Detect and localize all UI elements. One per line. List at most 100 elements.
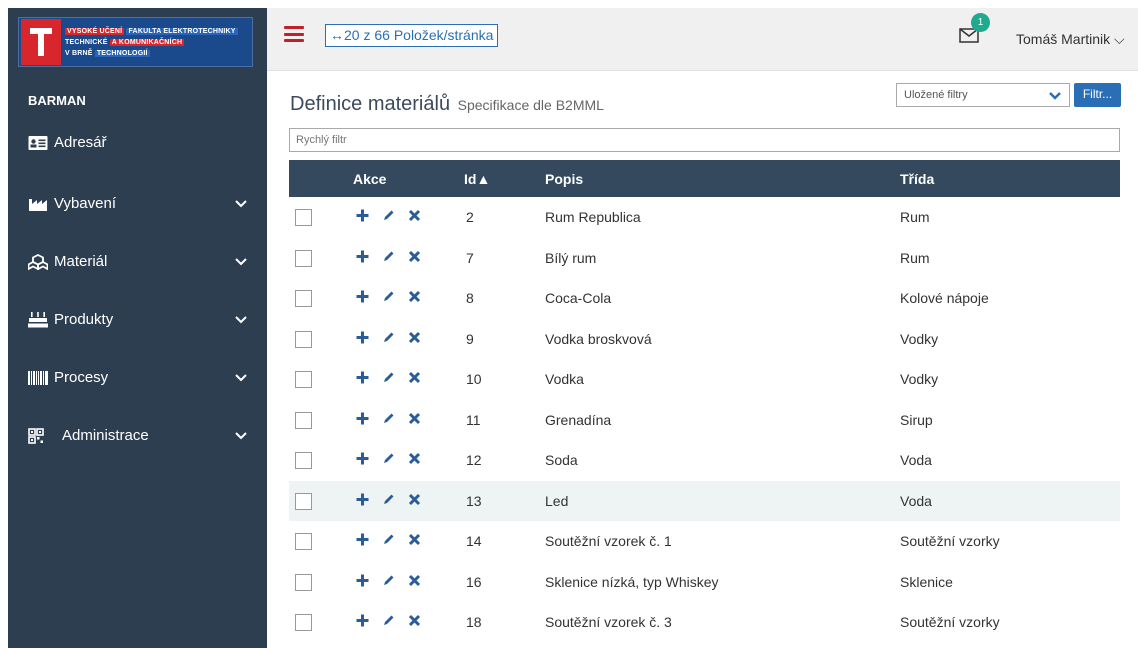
row-select-cell [289, 562, 336, 603]
user-menu[interactable]: Tomáš Martinik ⌵ [1016, 31, 1125, 48]
materials-table: Akce Id▲ Popis Třída 2 Rum Republica Rum 7 B… [289, 160, 1120, 643]
sidebar-item-adresar[interactable]: Adresář [28, 134, 253, 151]
edit-pencil-icon[interactable] [382, 452, 395, 465]
add-icon[interactable] [356, 250, 369, 263]
delete-icon[interactable] [408, 290, 421, 303]
header-class[interactable]: Třída [893, 160, 1120, 197]
sidebar-item-vybaveni[interactable]: Vybavení [28, 195, 253, 212]
row-desc: Grenadína [545, 411, 612, 428]
industry-icon [29, 198, 47, 211]
logo-text-3b: TECHNOLOGIÍ [94, 49, 150, 57]
sidebar-item-procesy[interactable]: Procesy [28, 369, 253, 386]
table-row[interactable]: 13 Led Voda [289, 480, 1120, 521]
header-id[interactable]: Id▲ [449, 160, 531, 197]
sidebar-item-label: Procesy [54, 369, 109, 386]
edit-pencil-icon[interactable] [382, 493, 395, 506]
sidebar-item-label: Materiál [54, 253, 108, 270]
edit-pencil-icon[interactable] [382, 574, 395, 587]
add-icon[interactable] [356, 331, 369, 344]
header-desc[interactable]: Popis [531, 160, 893, 197]
row-checkbox[interactable] [295, 330, 312, 348]
row-actions [336, 521, 449, 562]
table-row[interactable]: 7 Bílý rum Rum [289, 238, 1120, 279]
add-icon[interactable] [356, 452, 369, 465]
table-row[interactable]: 10 Vodka Vodky [289, 359, 1120, 400]
delete-icon[interactable] [408, 574, 421, 587]
add-icon[interactable] [356, 371, 369, 384]
logo-text-1b: FAKULTA ELEKTROTECHNIKY [126, 27, 238, 35]
delete-icon[interactable] [408, 452, 421, 465]
row-checkbox[interactable] [295, 614, 312, 632]
edit-pencil-icon[interactable] [382, 290, 395, 303]
row-select-cell [289, 359, 336, 400]
add-icon[interactable] [356, 290, 369, 303]
sidebar-item-material[interactable]: Materiál [28, 253, 253, 270]
logo-text-2b: A KOMUNIKAČNÍCH [109, 38, 185, 46]
edit-pencil-icon[interactable] [382, 250, 395, 263]
row-select-cell [289, 319, 336, 360]
row-checkbox[interactable] [295, 249, 312, 267]
page-title-text: Definice materiálů [290, 93, 451, 115]
edit-pencil-icon[interactable] [382, 614, 395, 627]
sidebar-item-produkty[interactable]: Produkty [28, 311, 253, 328]
add-icon[interactable] [356, 614, 369, 627]
table-row[interactable]: 2 Rum Republica Rum [289, 197, 1120, 238]
edit-pencil-icon[interactable] [382, 533, 395, 546]
add-icon[interactable] [356, 533, 369, 546]
delete-icon[interactable] [408, 614, 421, 627]
sidebar-item-label: Vybavení [54, 195, 116, 212]
page-size-selector[interactable]: ↔20 z 66 Položek/stránka [325, 24, 499, 47]
quick-filter-input[interactable] [289, 128, 1120, 152]
row-id: 11 [466, 411, 481, 428]
row-id: 7 [466, 249, 474, 266]
add-icon[interactable] [356, 493, 369, 506]
row-desc: Vodka broskvová [545, 330, 652, 347]
edit-pencil-icon[interactable] [382, 331, 395, 344]
row-desc: Coca-Cola [545, 290, 612, 307]
app-name: BARMAN [28, 93, 86, 108]
row-actions [336, 562, 449, 603]
row-actions [336, 440, 449, 481]
add-icon[interactable] [356, 209, 369, 222]
logo-text: VYSOKÉ UČENÍ FAKULTA ELEKTROTECHNIKY TEC… [65, 27, 238, 58]
row-id: 10 [466, 371, 482, 388]
university-logo[interactable]: VYSOKÉ UČENÍ FAKULTA ELEKTROTECHNIKY TEC… [18, 17, 253, 67]
row-select-cell [289, 278, 336, 319]
delete-icon[interactable] [408, 209, 421, 222]
row-checkbox[interactable] [295, 533, 312, 551]
row-checkbox[interactable] [295, 573, 312, 591]
menu-toggle-icon[interactable] [284, 26, 304, 42]
edit-pencil-icon[interactable] [382, 209, 395, 222]
filter-button[interactable]: Filtr... [1074, 83, 1121, 107]
saved-filters-select[interactable]: Uložené filtry [896, 83, 1070, 107]
table-row[interactable]: 16 Sklenice nízká, typ Whiskey Sklenice [289, 562, 1120, 603]
barcode-icon [28, 370, 48, 385]
add-icon[interactable] [356, 574, 369, 587]
chevron-down-icon [235, 431, 247, 439]
table-row[interactable]: 14 Soutěžní vzorek č. 1 Soutěžní vzorky [289, 521, 1120, 562]
row-class: Soutěžní vzorky [900, 614, 1000, 631]
delete-icon[interactable] [408, 371, 421, 384]
table-row[interactable]: 12 Soda Voda [289, 440, 1120, 481]
row-checkbox[interactable] [295, 290, 312, 308]
table-row[interactable]: 9 Vodka broskvová Vodky [289, 319, 1120, 360]
row-checkbox[interactable] [295, 492, 312, 510]
row-checkbox[interactable] [295, 209, 312, 227]
table-row[interactable]: 11 Grenadína Sirup [289, 400, 1120, 441]
delete-icon[interactable] [408, 493, 421, 506]
delete-icon[interactable] [408, 250, 421, 263]
edit-pencil-icon[interactable] [382, 412, 395, 425]
table-row[interactable]: 8 Coca-Cola Kolové nápoje [289, 278, 1120, 319]
row-desc: Sklenice nízká, typ Whiskey [545, 573, 719, 590]
sidebar-item-administrace[interactable]: Administrace [28, 427, 253, 444]
row-actions [336, 359, 449, 400]
row-checkbox[interactable] [295, 371, 312, 389]
table-row[interactable]: 18 Soutěžní vzorek č. 3 Soutěžní vzorky [289, 602, 1120, 643]
edit-pencil-icon[interactable] [382, 371, 395, 384]
delete-icon[interactable] [408, 533, 421, 546]
delete-icon[interactable] [408, 412, 421, 425]
row-checkbox[interactable] [295, 452, 312, 470]
add-icon[interactable] [356, 412, 369, 425]
row-checkbox[interactable] [295, 411, 312, 429]
delete-icon[interactable] [408, 331, 421, 344]
